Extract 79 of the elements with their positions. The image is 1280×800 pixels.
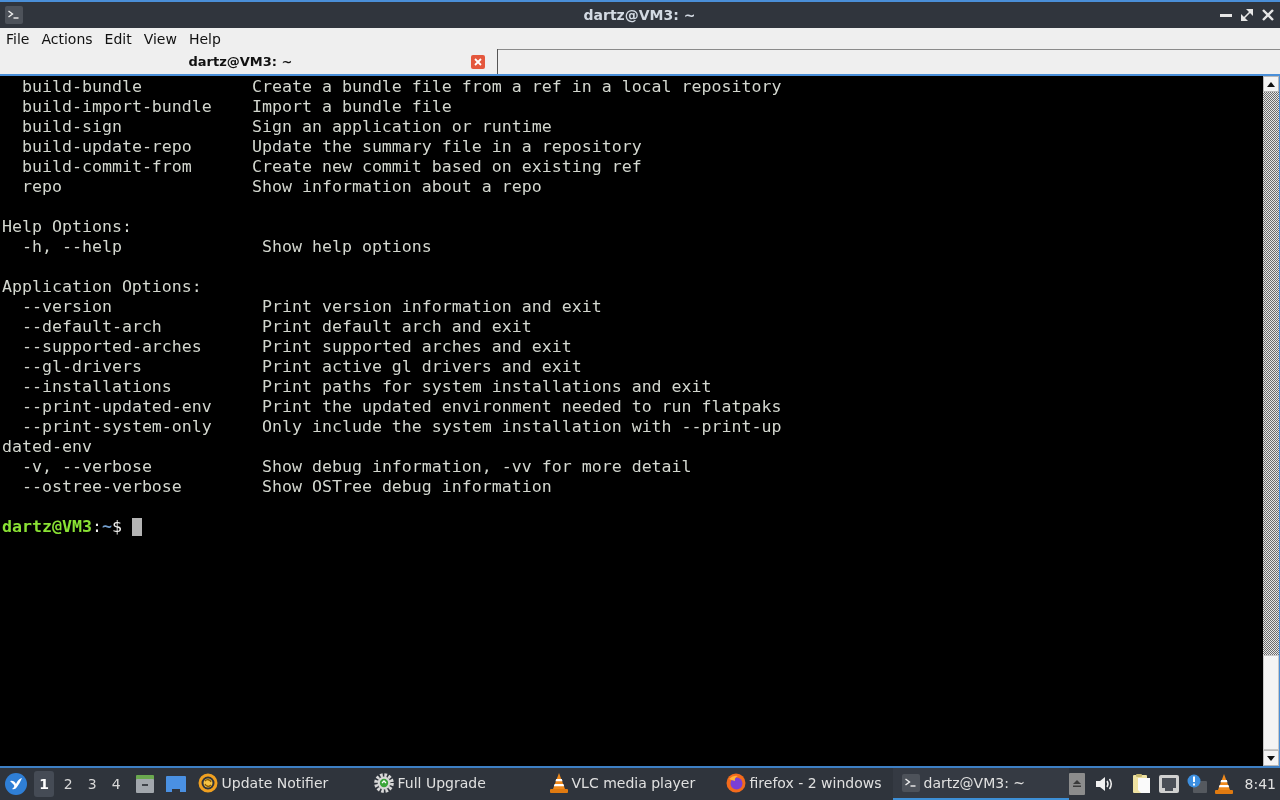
alert-icon[interactable] — [1186, 774, 1207, 794]
menu-item[interactable]: Actions — [35, 28, 99, 49]
menu-item[interactable]: View — [137, 28, 183, 49]
command-name: build-import-bundle — [22, 97, 212, 116]
clock-text: 8:41 — [1244, 774, 1276, 794]
task-button[interactable]: Update Notifier — [188, 768, 365, 800]
globe-icon — [725, 773, 746, 793]
menu-item[interactable]: Edit — [98, 28, 138, 49]
desktop-switch-button[interactable]: 2 — [58, 771, 79, 797]
traffic-cone-icon — [1214, 774, 1233, 794]
option-name: --gl-drivers — [22, 357, 142, 376]
description-text: Only include the system installation with --print-up — [262, 417, 782, 437]
maximize-button[interactable] — [1241, 9, 1253, 21]
cursor-block-icon — [131, 518, 142, 536]
gear-icon — [373, 773, 394, 793]
start-menu-button[interactable] — [4, 772, 28, 796]
description-text: Print active gl drivers and exit — [262, 357, 582, 377]
close-button[interactable] — [1262, 9, 1274, 21]
network-icon[interactable] — [1158, 775, 1179, 793]
desktop-icon — [165, 776, 186, 792]
command-name: repo — [22, 177, 62, 196]
close-icon[interactable] — [471, 54, 485, 69]
minimize-icon — [1220, 13, 1232, 17]
command-name: build-sign — [22, 117, 122, 136]
caret-up-icon — [1267, 81, 1275, 87]
description-text: Show help options — [262, 237, 432, 257]
description-text: Show information about a repo — [252, 177, 542, 197]
desktop-switch-button[interactable]: 4 — [106, 771, 127, 797]
description-text: Show OSTree debug information — [262, 477, 552, 497]
description-text: Print paths for system installations and exit — [262, 377, 712, 397]
command-name: build-commit-from — [22, 157, 192, 176]
desktop-switch-button[interactable]: 3 — [82, 771, 103, 797]
description-text: Show debug information, -vv for more detail — [262, 457, 692, 477]
option-name: --supported-arches — [22, 337, 202, 356]
menu-item[interactable]: File — [0, 28, 36, 49]
output-text: Application Options: — [2, 277, 202, 297]
circular-arrows-icon — [197, 773, 218, 793]
terminal-icon — [5, 6, 23, 24]
window-title: dartz@VM3: ~ — [583, 5, 696, 25]
description-text: Print version information and exit — [262, 297, 602, 317]
task-button[interactable]: dartz@VM3: ~ — [892, 768, 1069, 800]
option-name: --default-arch — [22, 317, 162, 336]
notes-icon[interactable] — [1132, 774, 1151, 794]
menu-item[interactable]: Help — [182, 28, 227, 49]
command-name: build-update-repo — [22, 137, 192, 156]
description-text: Import a bundle file — [252, 97, 452, 117]
description-text: Print supported arches and exit — [262, 337, 572, 357]
file-cabinet-icon — [134, 774, 155, 794]
description-text: Update the summary file in a repository — [252, 137, 642, 157]
command-name: build-bundle — [22, 77, 142, 96]
output-text: dated-env — [2, 437, 92, 457]
option-name: --version — [22, 297, 112, 316]
option-name: --print-updated-env — [22, 397, 212, 416]
description-text: Create a bundle file from a ref in a local repository — [252, 77, 782, 97]
option-name: --ostree-verbose — [22, 477, 182, 496]
traffic-cone-icon — [549, 773, 568, 793]
scroll-down-button[interactable] — [1263, 750, 1279, 766]
output-text: Help Options: — [2, 217, 132, 237]
shell-prompt: dartz@VM3:~$ — [2, 517, 122, 537]
description-text: Print default arch and exit — [262, 317, 532, 337]
description-text: Create new commit based on existing ref — [252, 157, 642, 177]
close-icon — [1262, 9, 1274, 21]
task-button[interactable]: VLC media player — [540, 768, 717, 800]
option-name: -h, --help — [22, 237, 122, 256]
maximize-icon — [1241, 9, 1253, 21]
desktop-switch-button[interactable]: 1 — [34, 771, 55, 797]
scrollbar-thumb[interactable] — [1263, 655, 1279, 750]
logo-icon — [4, 773, 27, 795]
option-name: --installations — [22, 377, 172, 396]
option-name: -v, --verbose — [22, 457, 152, 476]
caret-down-icon — [1267, 755, 1275, 761]
description-text: Sign an application or runtime — [252, 117, 552, 137]
task-button[interactable]: Full Upgrade — [364, 768, 541, 800]
task-button[interactable]: firefox - 2 windows — [716, 768, 893, 800]
volume-icon[interactable] — [1095, 776, 1114, 792]
option-name: --print-system-only — [22, 417, 212, 436]
scroll-up-button[interactable] — [1263, 76, 1279, 92]
description-text: Print the updated environment needed to run flatpaks — [262, 397, 782, 417]
terminal-icon — [901, 774, 920, 792]
